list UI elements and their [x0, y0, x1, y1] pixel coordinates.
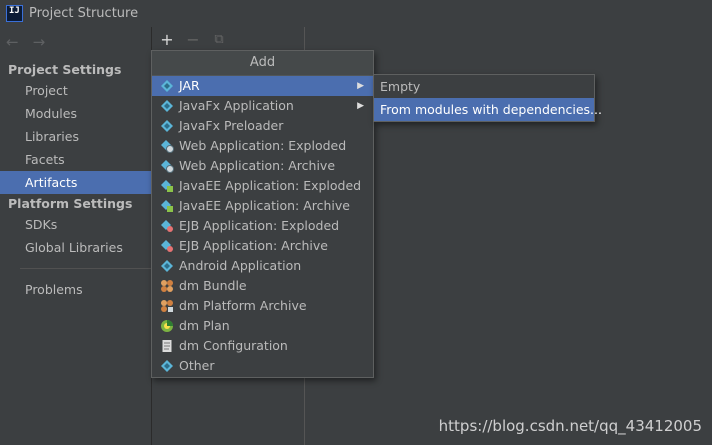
menu-item-android-application[interactable]: Android Application: [152, 256, 373, 276]
menu-item-javafx-preloader[interactable]: JavaFx Preloader: [152, 116, 373, 136]
web-diamond-icon: [161, 140, 174, 153]
ejb-diamond-icon: [161, 240, 173, 252]
menu-item-dm-bundle[interactable]: dm Bundle: [152, 276, 373, 296]
forward-arrow-icon[interactable]: →: [33, 33, 46, 51]
javaee-diamond-icon: [161, 180, 173, 192]
sidebar-item-artifacts[interactable]: Artifacts: [0, 171, 151, 194]
menu-item-dm-plan[interactable]: dm Plan: [152, 316, 373, 336]
menu-item-javaee-exploded[interactable]: JavaEE Application: Exploded: [152, 176, 373, 196]
diamond-icon: [161, 100, 173, 112]
window-title: Project Structure: [29, 6, 139, 21]
sidebar-item-modules[interactable]: Modules: [0, 102, 151, 125]
menu-item-ejb-archive[interactable]: EJB Application: Archive: [152, 236, 373, 256]
sidebar-divider: [20, 268, 151, 269]
dm-bundle-icon: [161, 280, 173, 292]
submenu-arrow-icon: ▶: [357, 81, 364, 91]
watermark-text: https://blog.csdn.net/qq_43412005: [438, 417, 702, 435]
submenu-item-empty[interactable]: Empty: [374, 75, 594, 98]
menu-item-web-exploded[interactable]: Web Application: Exploded: [152, 136, 373, 156]
submenu-arrow-icon: ▶: [357, 101, 364, 111]
ejb-diamond-icon: [161, 220, 173, 232]
project-settings-header: Project Settings: [8, 62, 122, 77]
menu-item-web-archive[interactable]: Web Application: Archive: [152, 156, 373, 176]
dm-archive-icon: [161, 300, 173, 312]
sidebar-item-problems[interactable]: Problems: [0, 278, 151, 301]
add-artifact-menu: Add JAR ▶ JavaFx Application ▶ JavaFx Pr…: [151, 50, 374, 378]
submenu-item-from-modules[interactable]: From modules with dependencies...: [374, 98, 602, 121]
sidebar-item-global-libraries[interactable]: Global Libraries: [0, 236, 151, 259]
sidebar-item-sdks[interactable]: SDKs: [0, 213, 151, 236]
jar-submenu: Empty From modules with dependencies...: [373, 74, 602, 122]
menu-item-javafx-application[interactable]: JavaFx Application ▶: [152, 96, 373, 116]
diamond-icon: [161, 360, 173, 372]
nav-arrows: ← →: [6, 33, 45, 51]
menu-item-javaee-archive[interactable]: JavaEE Application: Archive: [152, 196, 373, 216]
javaee-diamond-icon: [161, 200, 173, 212]
diamond-icon: [161, 80, 173, 92]
artifacts-toolbar: + − ⧉: [152, 27, 227, 52]
diamond-icon: [161, 260, 173, 272]
sidebar-item-libraries[interactable]: Libraries: [0, 125, 151, 148]
sidebar: ← → Project Settings Project Modules Lib…: [0, 27, 151, 445]
copy-icon[interactable]: ⧉: [211, 32, 227, 48]
platform-settings-header: Platform Settings: [8, 196, 133, 211]
sidebar-item-project[interactable]: Project: [0, 79, 151, 102]
menu-item-ejb-exploded[interactable]: EJB Application: Exploded: [152, 216, 373, 236]
dm-plan-icon: [161, 320, 173, 332]
menu-item-dm-platform-archive[interactable]: dm Platform Archive: [152, 296, 373, 316]
document-icon: [162, 340, 172, 352]
back-arrow-icon[interactable]: ←: [6, 33, 19, 51]
web-diamond-icon: [161, 160, 174, 173]
diamond-icon: [161, 120, 173, 132]
menu-item-other[interactable]: Other: [152, 356, 373, 376]
sidebar-item-facets[interactable]: Facets: [0, 148, 151, 171]
remove-icon[interactable]: −: [185, 30, 201, 49]
title-bar: IJ Project Structure: [0, 0, 712, 27]
intellij-logo-icon: IJ: [6, 5, 23, 22]
menu-item-jar[interactable]: JAR ▶: [152, 76, 373, 96]
add-icon[interactable]: +: [159, 30, 175, 49]
menu-item-dm-configuration[interactable]: dm Configuration: [152, 336, 373, 356]
add-menu-title: Add: [152, 51, 373, 76]
